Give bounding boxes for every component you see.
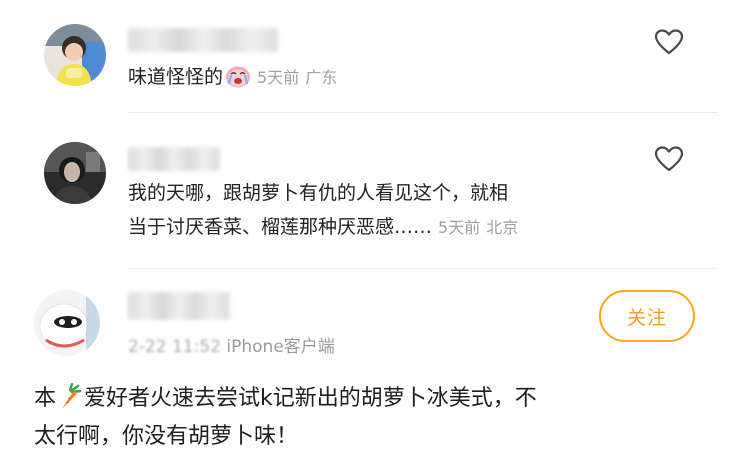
post-time: 2-22 11:52 [128, 337, 221, 357]
avatar-image [44, 142, 106, 204]
commenter-avatar[interactable] [44, 142, 106, 204]
post-meta: 2-22 11:52 iPhone客户端 [128, 332, 335, 357]
comment-location: 广东 [305, 68, 338, 87]
comment-location: 北京 [486, 218, 519, 237]
section-divider [128, 268, 718, 269]
post-body: 本 爱好者火速去尝试k记新出的胡萝卜冰美式，不 太行啊，你没有胡萝卜味！ [34, 380, 704, 456]
commenter-name-redacted[interactable] [128, 147, 220, 171]
post-body-line-2: 太行啊，你没有胡萝卜味！ [34, 424, 299, 449]
like-heart-icon[interactable] [654, 28, 684, 56]
poster-name-redacted[interactable] [128, 292, 230, 320]
like-heart-icon[interactable] [654, 145, 684, 173]
poster-avatar[interactable] [34, 290, 100, 356]
follow-button[interactable]: 关注 [599, 290, 695, 342]
comment-text: 我的天哪，跟胡萝卜有仇的人看见这个，就相 当于讨厌香菜、榴莲那种厌恶感…… 5天前… [128, 176, 518, 245]
comment-time: 5天前 [438, 218, 481, 237]
carrot-icon [58, 383, 82, 411]
comment-divider [128, 112, 718, 113]
commenter-name-redacted[interactable] [128, 28, 278, 52]
comment-line-2-row: 当于讨厌香菜、榴莲那种厌恶感…… 5天前 北京 [128, 210, 518, 245]
comment-time: 5天前 [257, 68, 300, 87]
post-client: iPhone客户端 [226, 337, 335, 357]
post-body-line-1: 本 爱好者火速去尝试k记新出的胡萝卜冰美式，不 [34, 380, 704, 418]
comment-line-2: 当于讨厌香菜、榴莲那种厌恶感…… [128, 216, 433, 238]
avatar-image [44, 24, 106, 86]
avatar-image [34, 290, 100, 356]
crying-face-icon [225, 64, 251, 88]
comment-line-1: 我的天哪，跟胡萝卜有仇的人看见这个，就相 [128, 182, 509, 204]
comment-text: 味道怪怪的 5天前 广东 [128, 60, 337, 95]
comment-content: 味道怪怪的 [128, 66, 224, 88]
comments-page: 味道怪怪的 5天前 广东 我的天哪，跟胡萝卜有仇的人看见这个，就相 当于讨厌香菜… [0, 0, 733, 472]
post-body-prefix: 本 [34, 386, 57, 411]
commenter-avatar[interactable] [44, 24, 106, 86]
post-body-line-1-text: 爱好者火速去尝试k记新出的胡萝卜冰美式，不 [84, 386, 537, 411]
